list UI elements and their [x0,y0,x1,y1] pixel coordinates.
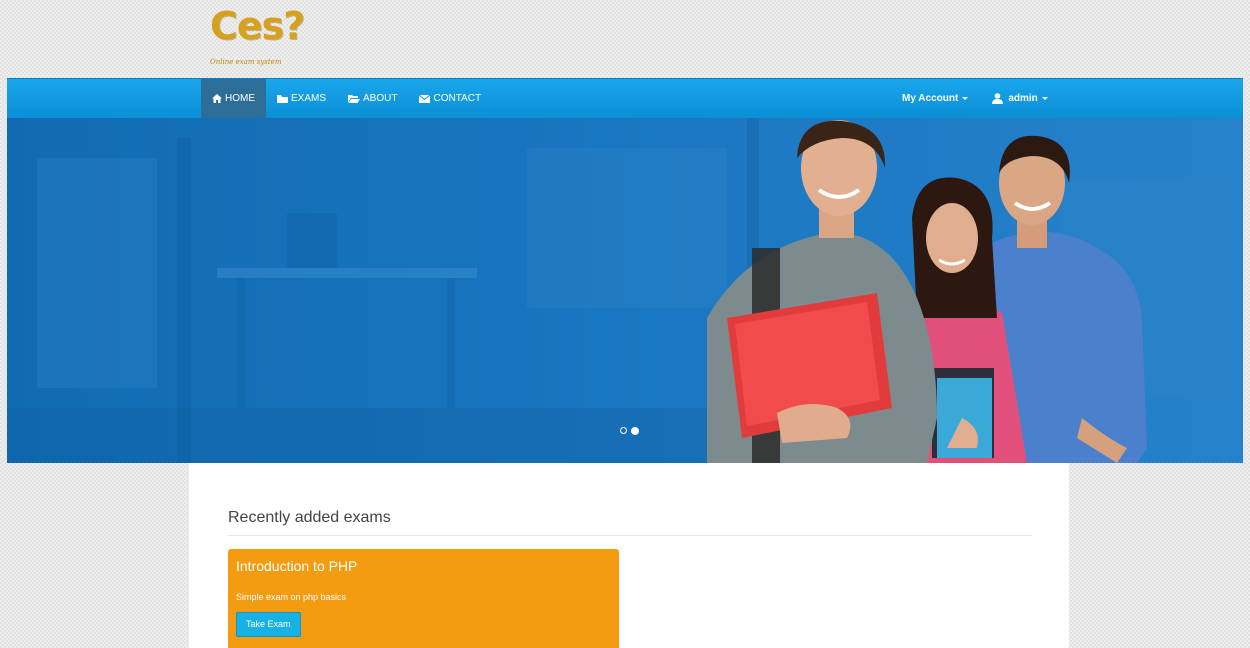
nav-about-label: ABOUT [363,93,398,104]
logo-text: Ces? [210,4,305,48]
envelope-icon [419,94,431,103]
folder-open-icon [348,94,361,103]
folder-icon [277,94,288,103]
take-exam-button[interactable]: Take Exam [236,612,301,637]
nav-right-group: My Account admin [893,79,1057,118]
nav-left-group: HOME EXAMS ABOUT CONTACT [201,79,492,118]
main-navbar: HOME EXAMS ABOUT CONTACT My Account admi… [7,78,1243,119]
site-logo[interactable]: Ces? Online exam system [208,4,308,70]
exam-card: Introduction to PHP Simple exam on php b… [228,549,619,648]
user-dropdown[interactable]: admin [983,79,1056,118]
caret-down-icon [962,97,969,100]
main-content: Recently added exams Introduction to PHP… [189,463,1069,648]
carousel-dot-2[interactable] [631,427,639,435]
section-title: Recently added exams [228,509,1032,536]
logo-tagline: Online exam system [210,58,282,66]
hero-carousel[interactable] [7,118,1243,463]
nav-exams[interactable]: EXAMS [266,79,337,118]
exam-title: Introduction to PHP [236,558,358,574]
hero-image [7,118,1243,463]
exam-description: Simple exam on php basics [236,592,347,602]
nav-exams-label: EXAMS [291,93,327,104]
caret-down-icon [1041,97,1048,100]
home-icon [212,94,222,103]
nav-about[interactable]: ABOUT [337,79,408,118]
my-account-dropdown[interactable]: My Account [893,79,977,118]
nav-home-label: HOME [225,93,255,104]
user-name: admin [1008,93,1038,104]
carousel-indicators [620,427,639,435]
carousel-dot-1[interactable] [620,427,627,434]
nav-home[interactable]: HOME [201,79,266,118]
nav-contact[interactable]: CONTACT [408,79,492,118]
my-account-label: My Account [902,93,959,104]
user-icon [992,93,1004,104]
nav-contact-label: CONTACT [433,93,482,104]
